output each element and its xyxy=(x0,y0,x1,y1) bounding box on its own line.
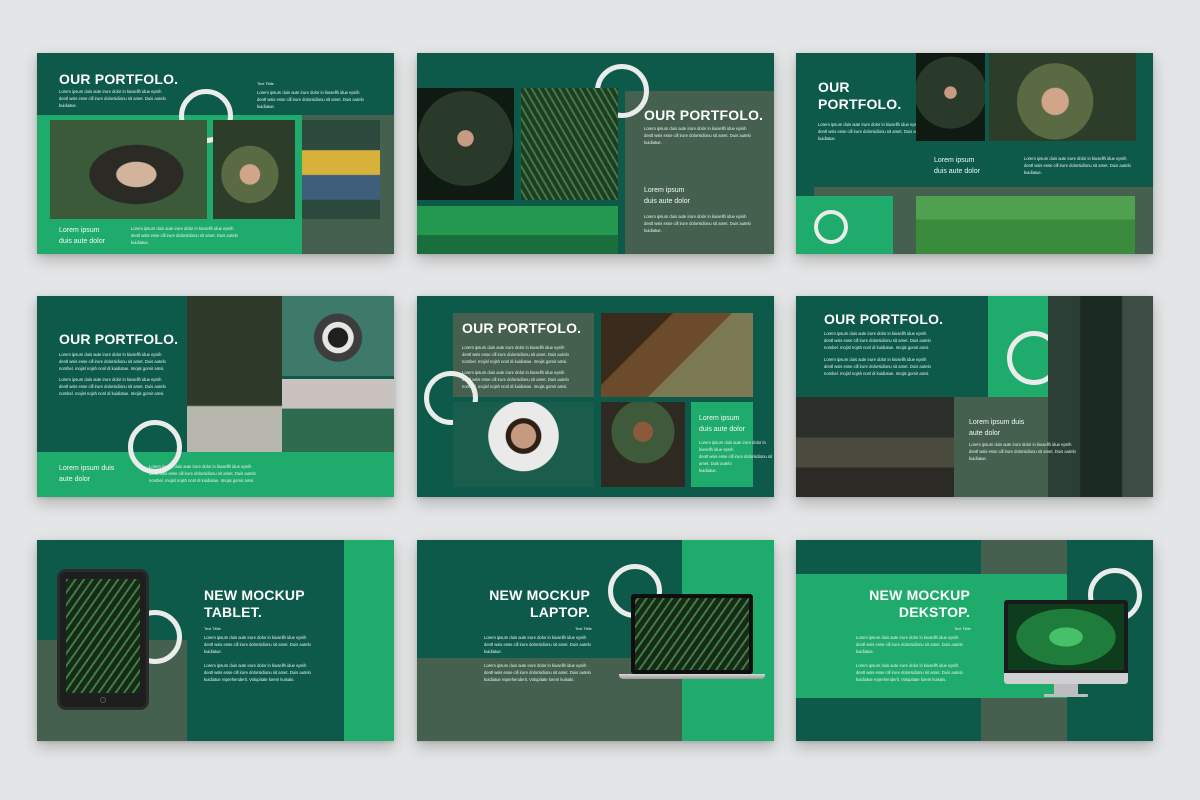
desktop-screen xyxy=(1008,604,1124,670)
slide-body: Lorem ipsum duis aute irure dolor in kiu… xyxy=(644,126,751,145)
slide-title: NEW MOCKUP TABLET. xyxy=(204,587,305,620)
slide-title: NEW MOCKUP LAPTOP. xyxy=(489,587,590,620)
photo-fern xyxy=(521,88,618,200)
photo-woman-plant xyxy=(989,53,1136,141)
slide-body-2: Lorem ipsum duis aute irure dolor in kiu… xyxy=(824,357,931,376)
slide-label: Lorem ipsum duis aute dolor xyxy=(699,415,745,433)
desktop-stand-foot xyxy=(1044,694,1088,697)
slide-caption: Lorem ipsum duis aute irure dolor in kiu… xyxy=(131,226,238,245)
slide-mockup-tablet[interactable]: NEW MOCKUP TABLET. Text Tittle Lorem ips… xyxy=(37,540,394,741)
slide-portfolio-5[interactable]: OUR PORTFOLO. Lorem ipsum duis aute irur… xyxy=(417,296,774,497)
slide-label: Lorem ipsum duis aute dolor xyxy=(59,465,115,483)
laptop-base xyxy=(619,674,765,679)
photo-kid xyxy=(302,120,380,219)
slide-mockup-desktop[interactable]: NEW MOCKUP DEKSTOP. Text Tittle Lorem ip… xyxy=(796,540,1153,741)
photo-woman-portrait xyxy=(916,53,985,141)
text-title: Text Tittle xyxy=(954,626,971,631)
photo-hallway xyxy=(1048,296,1153,497)
slide-mockup-laptop[interactable]: NEW MOCKUP LAPTOP. Text Tittle Lorem ips… xyxy=(417,540,774,741)
home-button-icon xyxy=(100,697,106,703)
ring-decoration xyxy=(814,210,848,244)
slide-label: Lorem ipsum duis aute dolor xyxy=(59,227,105,245)
slide-body: Lorem ipsum duis aute irure dolor in kiu… xyxy=(818,122,925,141)
slide-body-right: Lorem ipsum duis aute irure dolor in kiu… xyxy=(257,90,364,109)
slide-body: Lorem ipsum duis aute irure dolor in kiu… xyxy=(204,635,311,654)
laptop-screen xyxy=(635,598,749,670)
slide-title: OUR PORTFOLO. xyxy=(59,331,179,347)
slide-body: Lorem ipsum duis aute irure dolor in kiu… xyxy=(59,352,166,371)
slide-caption: Lorem ipsum duis aute irure dolor in kiu… xyxy=(699,440,773,473)
desktop-chin xyxy=(1004,673,1128,684)
slide-label: Lorem ipsum duis aute dolor xyxy=(644,187,690,205)
photo-living-room xyxy=(796,397,954,497)
photo-shoes xyxy=(417,206,618,254)
slide-body-2: Lorem ipsum duis aute irure dolor in kiu… xyxy=(59,377,166,396)
photo-man-crouching xyxy=(601,402,685,487)
slide-body-2: Lorem ipsum duis aute irure dolor in kiu… xyxy=(484,663,591,682)
slide-title: OUR PORTFOLO. xyxy=(462,320,582,336)
slide-label: Lorem ipsum duis aute dolor xyxy=(969,419,1025,437)
slide-body-2: Lorem ipsum duis aute irure dolor in kiu… xyxy=(462,370,569,389)
slide-title: OUR PORTFOLO. xyxy=(818,79,902,112)
slide-caption: Lorem ipsum duis aute irure dolor in kiu… xyxy=(969,442,1076,461)
photo-camera xyxy=(282,296,394,376)
slide-portfolio-1[interactable]: OUR PORTFOLO. Lorem ipsum duis aute irur… xyxy=(37,53,394,254)
slide-body: Lorem ipsum duis aute irure dolor in kiu… xyxy=(856,635,963,654)
photo-plant-woman xyxy=(213,120,295,219)
accent-block xyxy=(344,540,394,741)
desktop-stand xyxy=(1054,684,1078,694)
slide-label: Lorem ipsum duis aute dolor xyxy=(934,157,980,175)
photo-couple xyxy=(916,196,1135,254)
photo-man-sitting xyxy=(453,402,594,487)
slide-caption: Lorem ipsum duis aute irure dolor in kiu… xyxy=(149,464,256,483)
text-title: Text Tittle xyxy=(204,626,221,631)
slide-body: Lorem ipsum duis aute irure dolor in kiu… xyxy=(824,331,931,350)
slide-body: Lorem ipsum duis aute irure dolor in kiu… xyxy=(462,345,569,364)
slide-portfolio-4[interactable]: OUR PORTFOLO. Lorem ipsum duis aute irur… xyxy=(37,296,394,497)
slide-body-2: Lorem ipsum duis aute irure dolor in kiu… xyxy=(856,663,963,682)
photo-train xyxy=(601,313,753,397)
slide-caption: Lorem ipsum duis aute irure dolor in kiu… xyxy=(644,214,751,233)
slide-portfolio-6[interactable]: OUR PORTFOLO. Lorem ipsum duis aute irur… xyxy=(796,296,1153,497)
slide-title: NEW MOCKUP DEKSTOP. xyxy=(869,587,970,620)
text-title: Text Tittle xyxy=(575,626,592,631)
slide-portfolio-2[interactable]: OUR PORTFOLO. Lorem ipsum duis aute irur… xyxy=(417,53,774,254)
slide-portfolio-3[interactable]: OUR PORTFOLO. Lorem ipsum duis aute irur… xyxy=(796,53,1153,254)
slide-title: OUR PORTFOLO. xyxy=(824,311,944,327)
slide-caption: Lorem ipsum duis aute irure dolor in kiu… xyxy=(1024,156,1131,175)
photo-woman xyxy=(50,120,207,219)
photo-woman-leaves xyxy=(417,88,514,200)
slide-body-2: Lorem ipsum duis aute irure dolor in kiu… xyxy=(204,663,311,682)
tablet-screen xyxy=(66,579,140,693)
slide-title: OUR PORTFOLO. xyxy=(59,71,179,87)
slide-body: Lorem ipsum duis aute irure dolor in kiu… xyxy=(484,635,591,654)
slide-title: OUR PORTFOLO. xyxy=(644,107,764,123)
photo-pants xyxy=(187,296,282,452)
laptop-mockup xyxy=(631,594,753,674)
tablet-mockup xyxy=(57,569,149,710)
desktop-mockup xyxy=(1004,600,1128,684)
photo-building xyxy=(282,379,394,452)
slide-body: Lorem ipsum duis aute irure dolor in kiu… xyxy=(59,89,166,108)
text-title: Text Tittle xyxy=(257,81,274,86)
